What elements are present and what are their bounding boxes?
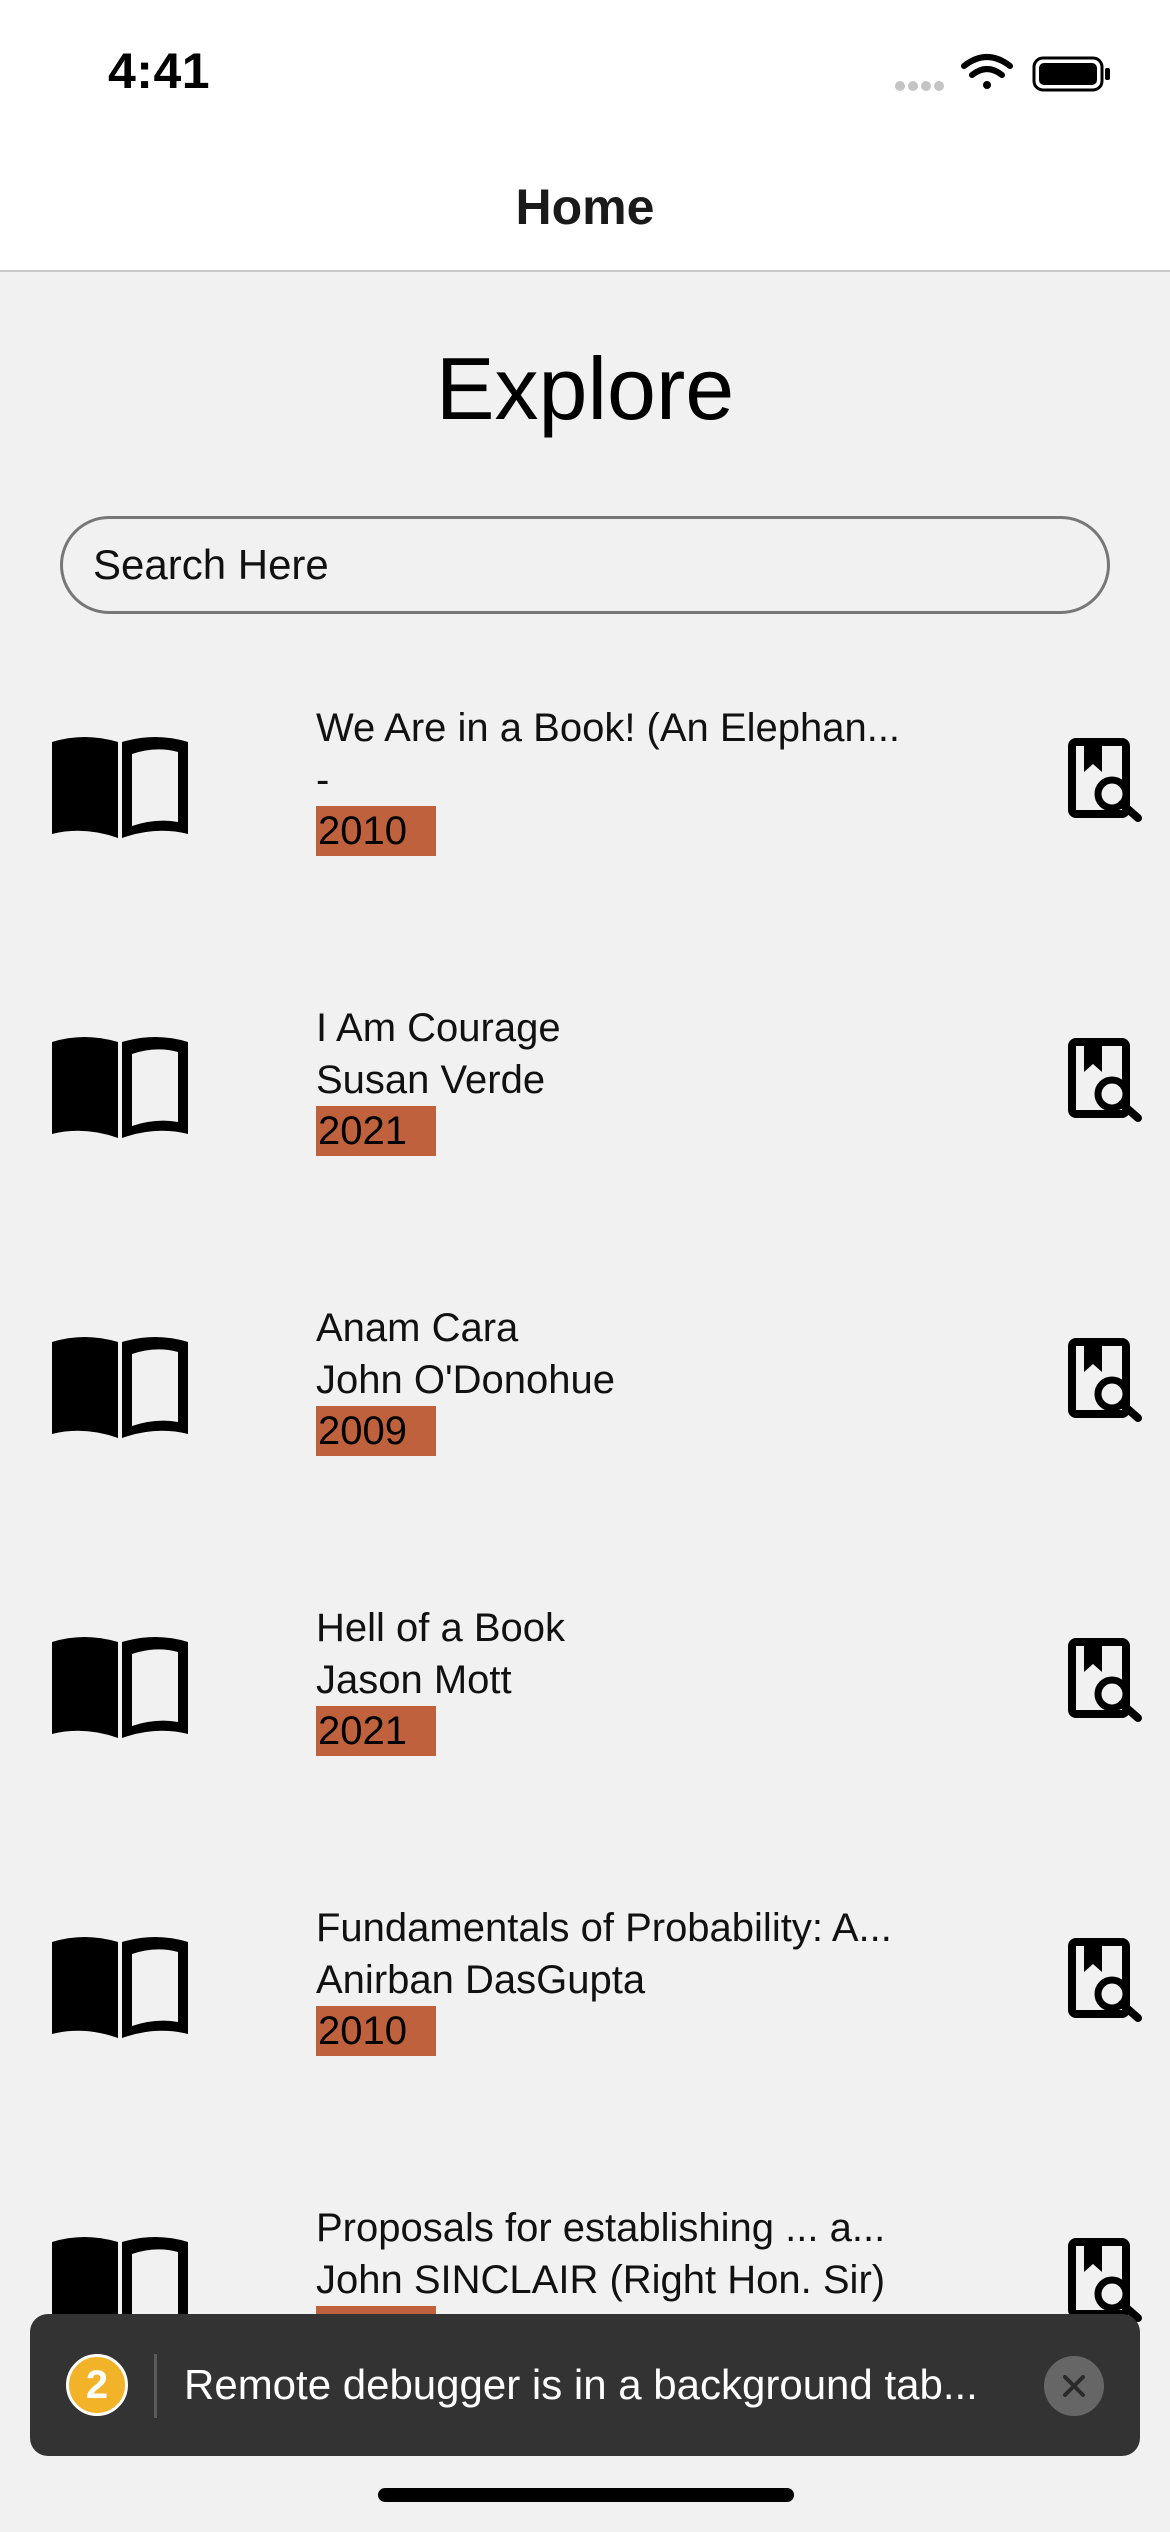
book-author: John O'Donohue <box>316 1358 615 1402</box>
book-author: - <box>316 758 330 802</box>
toast-close-button[interactable] <box>1044 2356 1104 2416</box>
book-title: Proposals for establishing ... a... <box>316 2206 886 2250</box>
book-author: Jason Mott <box>316 1658 512 1702</box>
find-book-icon[interactable] <box>1068 1338 1144 1422</box>
book-title: We Are in a Book! (An Elephan... <box>316 706 901 750</box>
status-bar: 4:41 <box>0 0 1170 140</box>
battery-icon <box>1032 56 1110 92</box>
find-book-icon[interactable] <box>1068 1938 1144 2022</box>
signal-dots-icon <box>895 81 944 91</box>
book-year-badge: 2010 <box>316 806 436 856</box>
find-book-icon[interactable] <box>1068 738 1144 822</box>
find-book-icon[interactable] <box>1068 2238 1144 2322</box>
book-year-badge: 2021 <box>316 1106 436 1156</box>
close-icon <box>1063 2375 1085 2397</box>
book-year-badge: 2009 <box>316 1406 436 1456</box>
book-row[interactable]: Fundamentals of Probability: A... Anirba… <box>0 1880 1170 2180</box>
home-indicator[interactable] <box>378 2488 794 2502</box>
book-title: Anam Cara <box>316 1306 519 1350</box>
book-info: Anam Cara John O'Donohue 2009 <box>316 1302 976 1456</box>
book-year-badge: 2021 <box>316 1706 436 1756</box>
find-book-icon[interactable] <box>1068 1038 1144 1122</box>
wifi-icon <box>961 54 1013 89</box>
status-icons <box>895 54 1110 92</box>
toast-message: Remote debugger is in a background tab..… <box>184 2361 978 2408</box>
open-book-icon <box>52 1637 188 1738</box>
book-info: Hell of a Book Jason Mott 2021 <box>316 1602 976 1756</box>
notification-count-badge: 2 <box>66 2354 128 2416</box>
open-book-icon <box>52 1037 188 1138</box>
open-book-icon <box>52 1337 188 1438</box>
book-author: Anirban DasGupta <box>316 1958 646 2002</box>
page-title: Explore <box>435 339 735 438</box>
nav-title: Home <box>515 179 655 235</box>
debugger-toast[interactable]: 2 Remote debugger is in a background tab… <box>30 2314 1140 2456</box>
book-info: I Am Courage Susan Verde 2021 <box>316 1002 976 1156</box>
search-input[interactable] <box>60 516 1110 614</box>
book-title: Fundamentals of Probability: A... <box>316 1906 892 1950</box>
book-year-badge: 2010 <box>316 2006 436 2056</box>
book-row[interactable]: Hell of a Book Jason Mott 2021 <box>0 1580 1170 1880</box>
nav-bar: Home <box>0 140 1170 272</box>
book-info: We Are in a Book! (An Elephan... - 2010 <box>316 702 976 856</box>
book-row[interactable]: I Am Courage Susan Verde 2021 <box>0 980 1170 1280</box>
book-row[interactable]: We Are in a Book! (An Elephan... - 2010 <box>0 680 1170 980</box>
open-book-icon <box>52 1937 188 2038</box>
book-title: I Am Courage <box>316 1006 561 1050</box>
find-book-icon[interactable] <box>1068 1638 1144 1722</box>
book-row[interactable]: Anam Cara John O'Donohue 2009 <box>0 1280 1170 1580</box>
book-author: John SINCLAIR (Right Hon. Sir) <box>316 2258 886 2302</box>
book-title: Hell of a Book <box>316 1606 566 1650</box>
book-author: Susan Verde <box>316 1058 546 1102</box>
status-time: 4:41 <box>108 43 211 99</box>
book-info: Fundamentals of Probability: A... Anirba… <box>316 1902 976 2056</box>
toast-divider <box>154 2354 157 2418</box>
open-book-icon <box>52 737 188 838</box>
